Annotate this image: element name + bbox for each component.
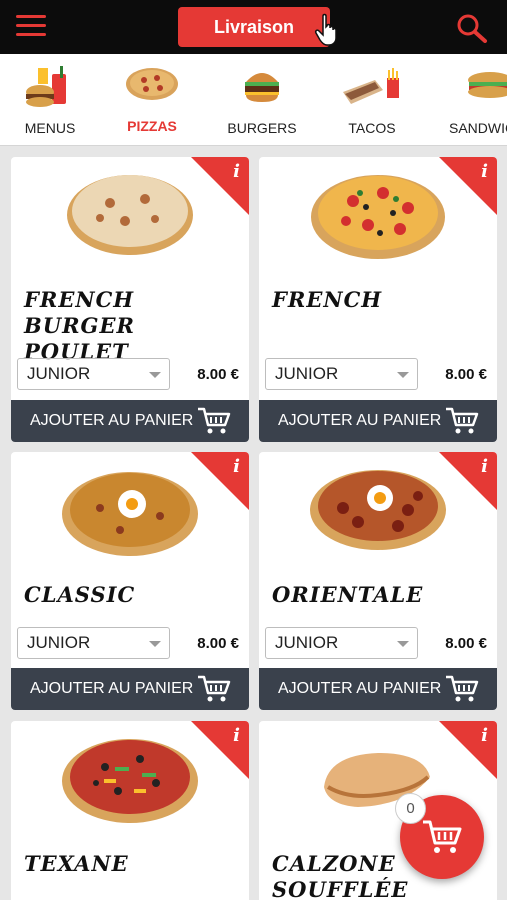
product-name: FRENCH: [272, 287, 383, 312]
category-tacos[interactable]: TACOS: [322, 54, 422, 145]
category-label: SANDWICHES: [449, 120, 507, 136]
pizza-image: [62, 739, 198, 823]
tacos-icon: [343, 68, 399, 104]
size-value: JUNIOR: [275, 633, 339, 652]
category-label: PIZZAS: [127, 118, 177, 134]
category-menus[interactable]: MENUS: [0, 54, 100, 145]
product-price: 8.00 €: [197, 366, 239, 383]
category-label: MENUS: [24, 120, 76, 136]
add-to-cart-button[interactable]: AJOUTER AU PANIER: [11, 668, 249, 710]
pointer-hand-icon: [315, 13, 337, 46]
info-icon[interactable]: i: [481, 456, 488, 477]
cart-icon: [423, 820, 462, 853]
add-to-cart-button[interactable]: AJOUTER AU PANIER: [259, 668, 497, 710]
size-select[interactable]: JUNIOR: [265, 627, 418, 659]
add-to-cart-label: AJOUTER AU PANIER: [278, 412, 442, 429]
pizza-image: [310, 470, 446, 550]
info-ribbon[interactable]: [439, 157, 497, 215]
info-ribbon[interactable]: [191, 721, 249, 779]
chevron-down-icon: [149, 641, 161, 647]
category-label: BURGERS: [227, 120, 297, 136]
size-select[interactable]: JUNIOR: [17, 627, 170, 659]
product-price: 8.00 €: [445, 635, 487, 652]
info-ribbon[interactable]: [439, 452, 497, 510]
cart-count-badge: 0: [395, 793, 426, 824]
category-label: TACOS: [348, 120, 396, 136]
category-pizzas[interactable]: PIZZAS: [102, 54, 202, 145]
cart-icon: [198, 407, 231, 434]
product-name: CLASSIC: [24, 582, 136, 607]
product-price: 8.00 €: [445, 366, 487, 383]
pizza-image: [67, 175, 193, 255]
info-ribbon[interactable]: [191, 157, 249, 215]
pizza-icon: [126, 68, 178, 100]
chevron-down-icon: [397, 372, 409, 378]
sandwich-icon: [468, 72, 507, 98]
chevron-down-icon: [149, 372, 161, 378]
pizza-image: [62, 472, 198, 556]
chevron-down-icon: [397, 641, 409, 647]
info-icon[interactable]: i: [481, 161, 488, 182]
search-icon[interactable]: [456, 13, 488, 43]
product-card: i CLASSIC JUNIOR 8.00 € AJOUTER AU PANIE…: [11, 452, 249, 710]
info-icon[interactable]: i: [233, 725, 240, 746]
info-icon[interactable]: i: [233, 456, 240, 477]
size-value: JUNIOR: [275, 364, 339, 383]
add-to-cart-label: AJOUTER AU PANIER: [278, 680, 442, 697]
product-price: 8.00 €: [197, 635, 239, 652]
product-name: ORIENTALE: [272, 582, 424, 607]
size-value: JUNIOR: [27, 633, 91, 652]
hamburger-menu-icon[interactable]: [16, 15, 46, 39]
cart-icon: [446, 675, 479, 702]
info-icon[interactable]: i: [481, 725, 488, 746]
pizza-image: [311, 175, 445, 259]
size-select[interactable]: JUNIOR: [17, 358, 170, 390]
category-burgers[interactable]: BURGERS: [212, 54, 312, 145]
product-card: i FRENCH JUNIOR 8.00 € AJOUTER AU PANIER: [259, 157, 497, 442]
cart-icon: [198, 675, 231, 702]
product-card: i FRENCH BURGER POULET JUNIOR 8.00 € AJO…: [11, 157, 249, 442]
add-to-cart-label: AJOUTER AU PANIER: [30, 680, 194, 697]
product-name: TEXANE: [24, 851, 129, 876]
add-to-cart-label: AJOUTER AU PANIER: [30, 412, 194, 429]
product-card: i ORIENTALE JUNIOR 8.00 € AJOUTER AU PAN…: [259, 452, 497, 710]
burger-icon: [245, 73, 279, 102]
menu-combo-icon: [26, 66, 66, 107]
category-sandwiches[interactable]: SANDWICHES: [440, 54, 507, 145]
product-card: i TEXANE: [11, 721, 249, 900]
info-ribbon[interactable]: [191, 452, 249, 510]
category-bar: MENUS PIZZAS BURGERS TACOS SANDWI: [0, 54, 507, 146]
livraison-button[interactable]: Livraison: [178, 7, 330, 47]
top-bar: Livraison: [0, 0, 507, 54]
product-name: FRENCH BURGER POULET: [24, 287, 135, 364]
size-select[interactable]: JUNIOR: [265, 358, 418, 390]
info-icon[interactable]: i: [233, 161, 240, 182]
add-to-cart-button[interactable]: AJOUTER AU PANIER: [11, 400, 249, 442]
cart-icon: [446, 407, 479, 434]
size-value: JUNIOR: [27, 364, 91, 383]
add-to-cart-button[interactable]: AJOUTER AU PANIER: [259, 400, 497, 442]
info-ribbon[interactable]: [439, 721, 497, 779]
